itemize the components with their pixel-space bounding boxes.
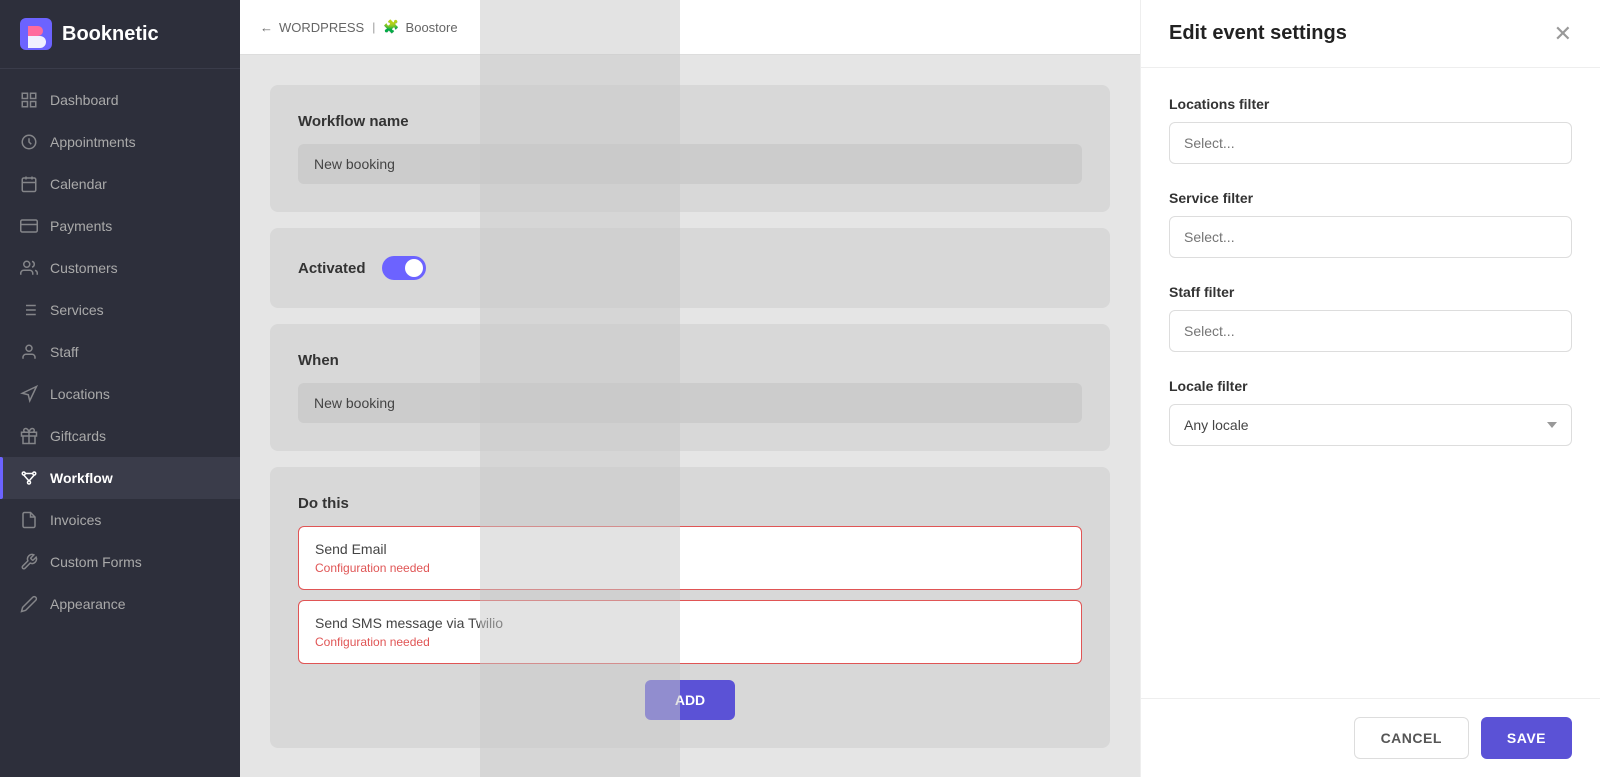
right-panel: Edit event settings ✕ Locations filter S… xyxy=(1140,0,1600,777)
action-send-email[interactable]: Send Email Configuration needed xyxy=(298,526,1082,590)
giftcards-label: Giftcards xyxy=(50,428,106,444)
puzzle-icon: 🧩 xyxy=(383,19,399,35)
users-icon xyxy=(20,259,38,277)
sidebar-nav: Dashboard Appointments Calendar Payments… xyxy=(0,69,240,777)
sidebar-item-invoices[interactable]: Invoices xyxy=(0,499,240,541)
sidebar-item-giftcards[interactable]: Giftcards xyxy=(0,415,240,457)
activated-label: Activated xyxy=(298,260,366,277)
save-button[interactable]: SAVE xyxy=(1481,717,1572,759)
breadcrumb-separator: | xyxy=(372,20,375,34)
when-label: When xyxy=(298,352,1082,369)
activated-row: Activated xyxy=(298,256,1082,280)
credit-card-icon xyxy=(20,217,38,235)
breadcrumb-wordpress[interactable]: ← WORDPRESS xyxy=(260,20,364,35)
sidebar-item-workflow[interactable]: Workflow xyxy=(0,457,240,499)
file-icon xyxy=(20,511,38,529)
sidebar-item-staff[interactable]: Staff xyxy=(0,331,240,373)
staff-label: Staff xyxy=(50,344,79,360)
when-value: New booking xyxy=(298,383,1082,423)
sidebar-item-appearance[interactable]: Appearance xyxy=(0,583,240,625)
locale-filter-label: Locale filter xyxy=(1169,378,1572,394)
service-filter-input[interactable] xyxy=(1169,216,1572,258)
do-this-label: Do this xyxy=(298,495,1082,512)
sidebar-item-dashboard[interactable]: Dashboard xyxy=(0,79,240,121)
services-label: Services xyxy=(50,302,104,318)
navigation-icon xyxy=(20,385,38,403)
customers-label: Customers xyxy=(50,260,118,276)
boostore-label: Boostore xyxy=(406,20,458,35)
activated-toggle[interactable] xyxy=(382,256,426,280)
cancel-button[interactable]: CANCEL xyxy=(1354,717,1469,759)
locations-filter-input[interactable] xyxy=(1169,122,1572,164)
service-filter-section: Service filter xyxy=(1169,190,1572,258)
panel-footer: CANCEL SAVE xyxy=(1141,698,1600,777)
when-card: When New booking xyxy=(270,324,1110,451)
dashboard-label: Dashboard xyxy=(50,92,119,108)
clock-icon xyxy=(20,133,38,151)
staff-filter-section: Staff filter xyxy=(1169,284,1572,352)
panel-body: Locations filter Service filter Staff fi… xyxy=(1141,68,1600,698)
app-name: Booknetic xyxy=(62,23,159,46)
staff-filter-input[interactable] xyxy=(1169,310,1572,352)
locations-label: Locations xyxy=(50,386,110,402)
do-this-card: Do this Send Email Configuration needed … xyxy=(270,467,1110,748)
locations-filter-label: Locations filter xyxy=(1169,96,1572,112)
workflow-name-value: New booking xyxy=(298,144,1082,184)
service-filter-label: Service filter xyxy=(1169,190,1572,206)
appearance-label: Appearance xyxy=(50,596,126,612)
top-bar: ← WORDPRESS | 🧩 Boostore xyxy=(240,0,1140,55)
sidebar-item-calendar[interactable]: Calendar xyxy=(0,163,240,205)
appointments-label: Appointments xyxy=(50,134,136,150)
sidebar-item-appointments[interactable]: Appointments xyxy=(0,121,240,163)
close-button[interactable]: ✕ xyxy=(1554,23,1572,45)
logo-area: Booknetic xyxy=(0,0,240,69)
wordpress-label: WORDPRESS xyxy=(279,20,364,35)
main-area: ← WORDPRESS | 🧩 Boostore Workflow name N… xyxy=(240,0,1140,777)
sidebar-item-services[interactable]: Services xyxy=(0,289,240,331)
tool-icon xyxy=(20,553,38,571)
logo-icon xyxy=(20,18,52,50)
list-icon xyxy=(20,301,38,319)
workflow-name-card: Workflow name New booking xyxy=(270,85,1110,212)
edit-icon xyxy=(20,595,38,613)
grid-icon xyxy=(20,91,38,109)
calendar-icon xyxy=(20,175,38,193)
back-arrow-icon: ← xyxy=(260,20,273,35)
locale-filter-select[interactable]: Any locale xyxy=(1169,404,1572,446)
panel-title: Edit event settings xyxy=(1169,22,1347,45)
panel-header: Edit event settings ✕ xyxy=(1141,0,1600,68)
custom-forms-label: Custom Forms xyxy=(50,554,142,570)
send-email-title: Send Email xyxy=(315,541,1065,557)
sidebar-item-customers[interactable]: Customers xyxy=(0,247,240,289)
activated-card: Activated xyxy=(270,228,1110,308)
payments-label: Payments xyxy=(50,218,112,234)
breadcrumb-boostore[interactable]: 🧩 Boostore xyxy=(383,19,457,35)
invoices-label: Invoices xyxy=(50,512,101,528)
locations-filter-section: Locations filter xyxy=(1169,96,1572,164)
workflow-label: Workflow xyxy=(50,470,113,486)
send-sms-title: Send SMS message via Twilio xyxy=(315,615,1065,631)
action-send-sms[interactable]: Send SMS message via Twilio Configuratio… xyxy=(298,600,1082,664)
sidebar-item-custom-forms[interactable]: Custom Forms xyxy=(0,541,240,583)
staff-filter-label: Staff filter xyxy=(1169,284,1572,300)
sidebar: Booknetic Dashboard Appointments Calenda… xyxy=(0,0,240,777)
add-button[interactable]: ADD xyxy=(645,680,735,720)
send-email-error: Configuration needed xyxy=(315,561,1065,575)
sidebar-item-locations[interactable]: Locations xyxy=(0,373,240,415)
send-sms-error: Configuration needed xyxy=(315,635,1065,649)
sidebar-item-payments[interactable]: Payments xyxy=(0,205,240,247)
calendar-label: Calendar xyxy=(50,176,107,192)
locale-filter-section: Locale filter Any locale xyxy=(1169,378,1572,446)
workflow-icon xyxy=(20,469,38,487)
content-area: Workflow name New booking Activated When… xyxy=(240,55,1140,777)
user-icon xyxy=(20,343,38,361)
gift-icon xyxy=(20,427,38,445)
workflow-name-label: Workflow name xyxy=(298,113,1082,130)
